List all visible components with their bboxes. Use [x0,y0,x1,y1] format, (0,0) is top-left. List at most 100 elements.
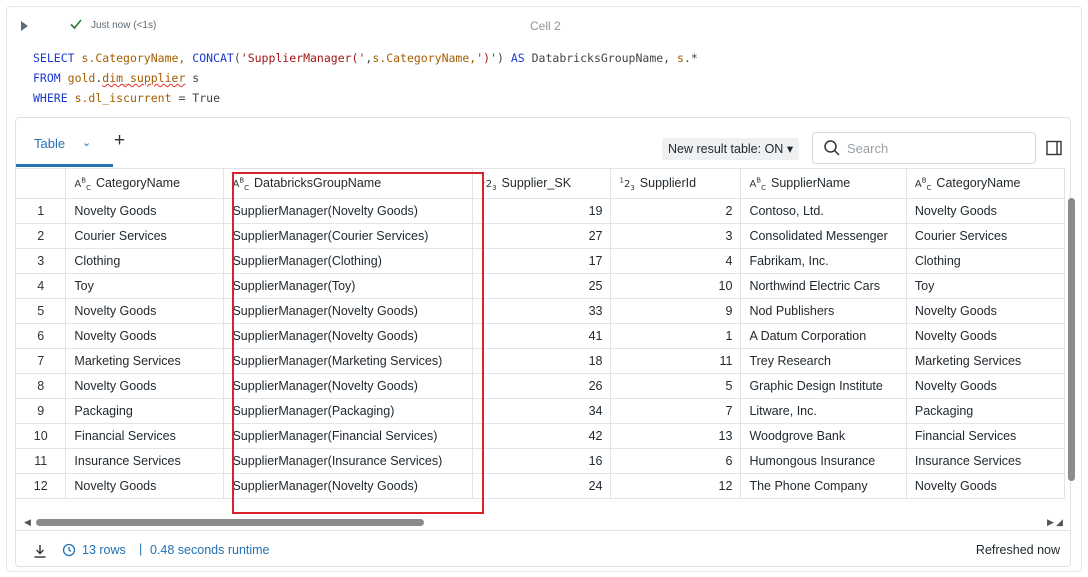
table-cell[interactable]: 27 [472,223,612,249]
search-input[interactable] [847,139,1027,157]
scroll-right-arrow-icon[interactable]: ▶ [1047,517,1054,528]
row-number-cell[interactable]: 9 [16,398,67,424]
vertical-scroll-thumb[interactable] [1068,198,1075,481]
table-cell[interactable]: Toy [65,273,225,299]
column-header[interactable]: ABC DatabricksGroupName [223,168,474,199]
row-number-cell[interactable]: 8 [16,373,67,399]
table-cell[interactable]: Insurance Services [906,448,1065,474]
table-cell[interactable]: Novelty Goods [906,323,1065,349]
table-cell[interactable]: A Datum Corporation [740,323,907,349]
table-row[interactable]: 5 Novelty Goods SupplierManager(Novelty Go… [16,298,1065,324]
row-number-cell[interactable]: 5 [16,298,67,324]
column-header[interactable]: 123 SupplierId [610,168,742,199]
table-cell[interactable]: SupplierManager(Novelty Goods) [223,473,474,499]
table-cell[interactable]: Packaging [65,398,225,424]
add-tab-button[interactable]: + [114,131,125,151]
row-number-cell[interactable]: 1 [16,198,67,224]
table-cell[interactable]: Insurance Services [65,448,225,474]
table-cell[interactable]: SupplierManager(Novelty Goods) [223,373,474,399]
table-cell[interactable]: Toy [906,273,1065,299]
table-cell[interactable]: 1 [610,323,742,349]
table-cell[interactable]: Clothing [906,248,1065,274]
table-cell[interactable]: Woodgrove Bank [740,423,907,449]
table-cell[interactable]: 9 [610,298,742,324]
table-cell[interactable]: 42 [472,423,612,449]
table-cell[interactable]: 6 [610,448,742,474]
table-row[interactable]: 7 Marketing Services SupplierManager(Marke… [16,348,1065,374]
table-cell[interactable]: Financial Services [65,423,225,449]
table-cell[interactable]: The Phone Company [740,473,907,499]
table-cell[interactable]: Graphic Design Institute [740,373,907,399]
column-header[interactable]: ABC SupplierName [740,168,907,199]
table-row[interactable]: 3 Clothing SupplierManager(Clothing) 17 4 Fab… [16,248,1065,274]
table-cell[interactable]: 12 [610,473,742,499]
table-cell[interactable]: 13 [610,423,742,449]
row-number-cell[interactable]: 4 [16,273,67,299]
table-cell[interactable]: 41 [472,323,612,349]
runtime[interactable]: 0.48 seconds runtime [150,543,270,557]
table-cell[interactable]: Contoso, Ltd. [740,198,907,224]
table-cell[interactable]: Fabrikam, Inc. [740,248,907,274]
table-cell[interactable]: Northwind Electric Cars [740,273,907,299]
table-row[interactable]: 2 Courier Services SupplierManager(Courier… [16,223,1065,249]
table-cell[interactable]: SupplierManager(Novelty Goods) [223,198,474,224]
table-cell[interactable]: 33 [472,298,612,324]
table-cell[interactable]: Novelty Goods [906,298,1065,324]
table-row[interactable]: 10 Financial Services SupplierManager(Fina… [16,423,1065,449]
side-panel-icon[interactable] [1046,140,1062,156]
table-cell[interactable]: 17 [472,248,612,274]
table-cell[interactable]: Marketing Services [906,348,1065,374]
table-cell[interactable]: Consolidated Messenger [740,223,907,249]
table-cell[interactable]: 7 [610,398,742,424]
table-cell[interactable]: Courier Services [906,223,1065,249]
table-cell[interactable]: SupplierManager(Financial Services) [223,423,474,449]
row-number-cell[interactable]: 10 [16,423,67,449]
table-cell[interactable]: Trey Research [740,348,907,374]
table-row[interactable]: 4 Toy SupplierManager(Toy) 25 10 Northwind El… [16,273,1065,299]
table-cell[interactable]: Clothing [65,248,225,274]
table-cell[interactable]: 3 [610,223,742,249]
table-cell[interactable]: Novelty Goods [906,198,1065,224]
row-number-cell[interactable]: 11 [16,448,67,474]
table-row[interactable]: 6 Novelty Goods SupplierManager(Novelty Go… [16,323,1065,349]
table-cell[interactable]: 26 [472,373,612,399]
table-cell[interactable]: SupplierManager(Marketing Services) [223,348,474,374]
table-cell[interactable]: Humongous Insurance [740,448,907,474]
table-cell[interactable]: Novelty Goods [906,373,1065,399]
table-cell[interactable]: 24 [472,473,612,499]
table-cell[interactable]: 34 [472,398,612,424]
result-grid[interactable]: ABC CategoryName ABC DatabricksGroupName 123… [16,168,1065,513]
table-row[interactable]: 12 Novelty Goods SupplierManager(Novelty G… [16,473,1065,499]
tab-table[interactable]: Table [34,136,65,151]
chevron-down-icon[interactable]: ⌄ [82,136,91,149]
row-count[interactable]: 13 rows [82,543,126,557]
row-number-cell[interactable]: 2 [16,223,67,249]
table-cell[interactable]: SupplierManager(Toy) [223,273,474,299]
table-cell[interactable]: Novelty Goods [906,473,1065,499]
table-row[interactable]: 9 Packaging SupplierManager(Packaging) 34 7 L… [16,398,1065,424]
table-cell[interactable]: SupplierManager(Novelty Goods) [223,298,474,324]
table-cell[interactable]: Marketing Services [65,348,225,374]
table-cell[interactable]: 10 [610,273,742,299]
horizontal-scroll-thumb[interactable] [36,519,424,526]
table-cell[interactable]: Courier Services [65,223,225,249]
table-cell[interactable]: Novelty Goods [65,323,225,349]
new-result-table-toggle[interactable]: New result table: ON ▾ [662,138,800,160]
table-cell[interactable]: 19 [472,198,612,224]
table-cell[interactable]: 16 [472,448,612,474]
table-row[interactable]: 11 Insurance Services SupplierManager(Insu… [16,448,1065,474]
table-cell[interactable]: SupplierManager(Packaging) [223,398,474,424]
scroll-left-arrow-icon[interactable]: ◀ [24,517,31,528]
table-cell[interactable]: 11 [610,348,742,374]
table-cell[interactable]: Novelty Goods [65,198,225,224]
table-cell[interactable]: 18 [472,348,612,374]
table-cell[interactable]: 25 [472,273,612,299]
table-cell[interactable]: SupplierManager(Clothing) [223,248,474,274]
table-cell[interactable]: 2 [610,198,742,224]
table-cell[interactable]: Litware, Inc. [740,398,907,424]
row-number-cell[interactable]: 12 [16,473,67,499]
table-cell[interactable]: Novelty Goods [65,298,225,324]
table-cell[interactable]: SupplierManager(Novelty Goods) [223,323,474,349]
row-number-cell[interactable]: 3 [16,248,67,274]
table-cell[interactable]: Novelty Goods [65,473,225,499]
